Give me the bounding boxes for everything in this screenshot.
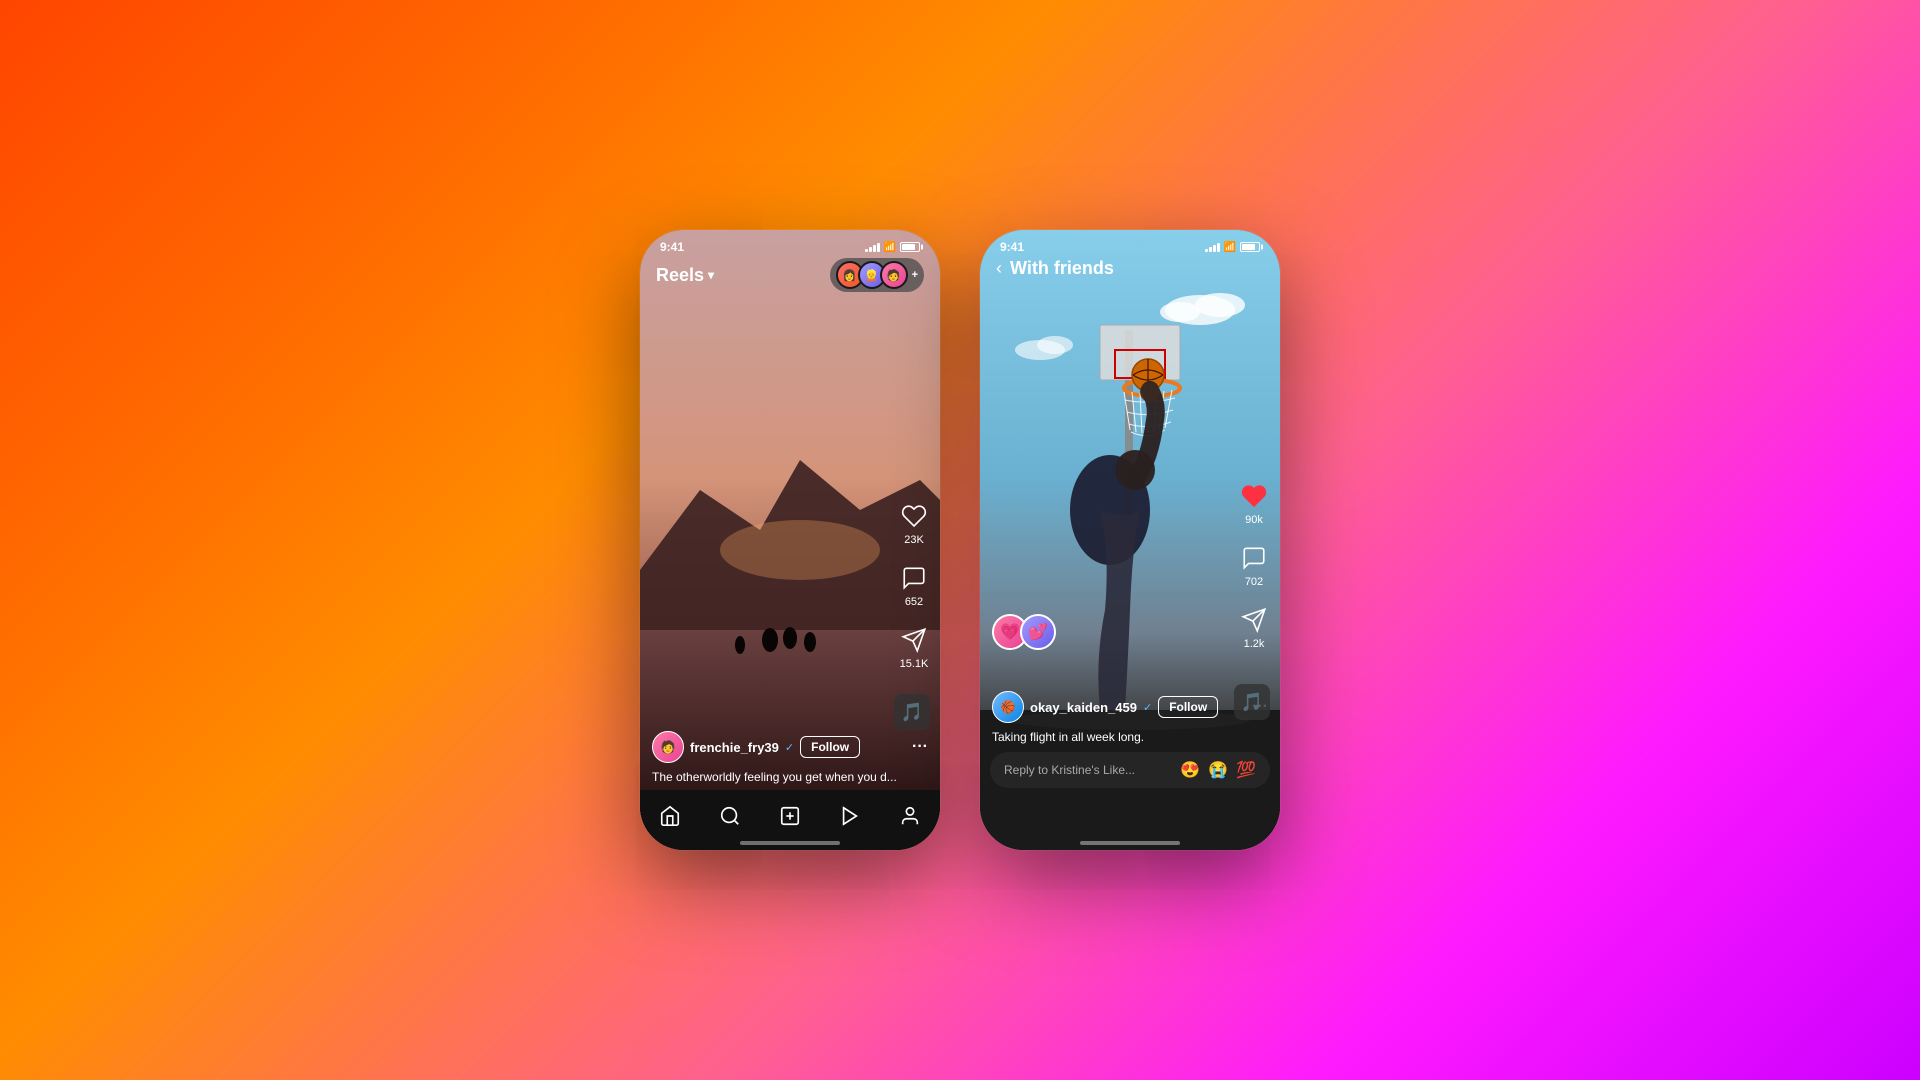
reels-title[interactable]: Reels ▾ <box>656 265 714 286</box>
friends-watching: 💗 💕 <box>992 614 1048 650</box>
heart-icon-2 <box>1238 480 1270 512</box>
follow-button-2[interactable]: Follow <box>1158 696 1218 718</box>
back-button[interactable]: ‹ <box>996 258 1002 279</box>
battery-icon-2 <box>1240 242 1260 252</box>
wifi-icon-1: 📶 <box>884 242 896 253</box>
signal-icon-2 <box>1205 242 1220 252</box>
status-icons-2: 📶 <box>1205 242 1260 253</box>
home-indicator-1 <box>740 841 840 845</box>
phone1-header: Reels ▾ 👩 👱 🧑 + <box>640 258 940 292</box>
signal-icon-1 <box>865 242 880 252</box>
caption-1: The otherworldly feeling you get when yo… <box>652 769 928 786</box>
comment-count-1: 652 <box>905 596 923 608</box>
emoji-100[interactable]: 💯 <box>1236 760 1256 780</box>
share-count-1: 15.1K <box>900 658 929 670</box>
story-avatars[interactable]: 👩 👱 🧑 + <box>830 258 924 292</box>
share-button-1[interactable]: 15.1K <box>898 624 930 670</box>
action-buttons-2: 90k 702 1.2k <box>1238 480 1270 650</box>
chevron-down-icon: ▾ <box>708 268 714 282</box>
like-count-2: 90k <box>1245 514 1263 526</box>
status-bar-1: 9:41 📶 <box>640 230 940 258</box>
like-button-2[interactable]: 90k <box>1238 480 1270 526</box>
status-icons-1: 📶 <box>865 242 920 253</box>
with-friends-title: With friends <box>1010 258 1114 279</box>
follow-button-1[interactable]: Follow <box>800 736 860 758</box>
bottom-content-1: 🧑 frenchie_fry39 ✓ Follow ··· The otherw… <box>640 731 940 790</box>
phone2-header: ‹ With friends <box>980 258 1280 279</box>
nav-profile-1[interactable] <box>890 798 930 834</box>
comment-icon-1 <box>898 562 930 594</box>
music-button-2[interactable]: 🎵 <box>1234 684 1270 720</box>
user-avatar-2[interactable]: 🏀 <box>992 691 1024 723</box>
nav-home-1[interactable] <box>650 798 690 834</box>
story-avatar-3: 🧑 <box>880 261 908 289</box>
heart-icon-1 <box>898 500 930 532</box>
wifi-icon-2: 📶 <box>1224 242 1236 253</box>
battery-icon-1 <box>900 242 920 252</box>
like-count-1: 23K <box>904 534 924 546</box>
verified-badge-2: ✓ <box>1143 701 1152 714</box>
music-button-1[interactable]: 🎵 <box>894 694 930 730</box>
emoji-heart-eyes[interactable]: 😍 <box>1180 760 1200 780</box>
comment-icon-2 <box>1238 542 1270 574</box>
like-button-1[interactable]: 23K <box>898 500 930 546</box>
more-options-1[interactable]: ··· <box>912 738 928 756</box>
reply-emojis: 😍 😭 💯 <box>1180 760 1256 780</box>
nav-reels-1[interactable] <box>830 798 870 834</box>
comment-button-2[interactable]: 702 <box>1238 542 1270 588</box>
user-avatar-1[interactable]: 🧑 <box>652 731 684 763</box>
nav-search-1[interactable] <box>710 798 750 834</box>
phone-reels: 9:41 📶 Reels ▾ 👩 👱 🧑 + <box>640 230 940 850</box>
friend-avatar-2: 💕 <box>1020 614 1056 650</box>
share-icon-2 <box>1238 604 1270 636</box>
phone-with-friends: 9:41 📶 ‹ With friends 90k <box>980 230 1280 850</box>
user-row-1: 🧑 frenchie_fry39 ✓ Follow ··· <box>652 731 928 763</box>
status-time-1: 9:41 <box>660 240 684 254</box>
story-count: + <box>912 269 918 281</box>
emoji-crying[interactable]: 😭 <box>1208 760 1228 780</box>
share-count-2: 1.2k <box>1244 638 1265 650</box>
status-bar-2: 9:41 📶 <box>980 230 1280 258</box>
verified-badge-1: ✓ <box>785 741 794 754</box>
nav-add-1[interactable] <box>770 798 810 834</box>
reply-placeholder: Reply to Kristine's Like... <box>1004 763 1135 777</box>
username-1[interactable]: frenchie_fry39 <box>690 740 779 755</box>
caption-2: Taking flight in all week long. <box>992 729 1268 746</box>
share-button-2[interactable]: 1.2k <box>1238 604 1270 650</box>
user-row-2: 🏀 okay_kaiden_459 ✓ Follow ··· <box>992 691 1268 723</box>
home-indicator-2 <box>1080 841 1180 845</box>
reply-bar[interactable]: Reply to Kristine's Like... 😍 😭 💯 <box>990 752 1270 788</box>
comment-count-2: 702 <box>1245 576 1263 588</box>
status-time-2: 9:41 <box>1000 240 1024 254</box>
reels-label: Reels <box>656 265 704 286</box>
phones-container: 9:41 📶 Reels ▾ 👩 👱 🧑 + <box>640 230 1280 850</box>
action-buttons-1: 23K 652 15.1K <box>898 500 930 670</box>
share-icon-1 <box>898 624 930 656</box>
comment-button-1[interactable]: 652 <box>898 562 930 608</box>
username-2[interactable]: okay_kaiden_459 <box>1030 700 1137 715</box>
